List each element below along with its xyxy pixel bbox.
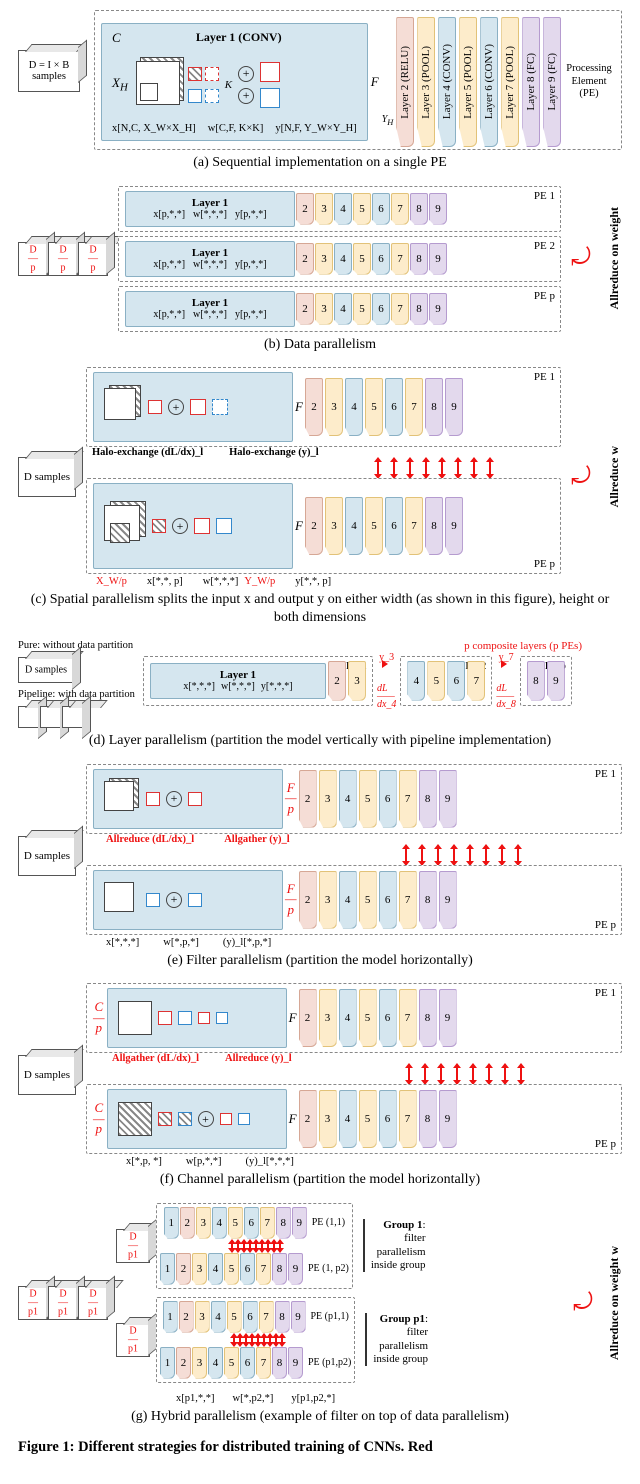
- pe-1: + F 2 3 4 5 6 7 8 9 PE 1: [86, 367, 561, 447]
- group-p1: 1 2 3 4 5 6 7 8 9 PE (p1,1): [156, 1297, 355, 1383]
- group-p1-label: Group p1:filterparallelisminside group: [365, 1313, 428, 1366]
- xwp-label: X_W/p: [96, 576, 127, 587]
- figure-1: D = I × B samples C Layer 1 (CONV) XH: [0, 0, 640, 1466]
- panel-d: Pure: without data partition D samples P…: [18, 640, 622, 750]
- panel-c: D samples + F 2 3 4 5 6: [18, 367, 622, 626]
- figure-caption: Figure 1: Different strategies for distr…: [18, 1439, 622, 1456]
- e-connectors: [86, 845, 622, 865]
- dim-K: K: [225, 79, 232, 91]
- pe-2: Layer 1 x[p,*,*] w[*,*,*] y[p,*,*] 2 3 4…: [118, 236, 561, 282]
- caption-c: (c) Spatial parallelism splits the input…: [18, 591, 622, 626]
- input-stack: [134, 61, 182, 109]
- dim-YH: YH: [382, 114, 394, 127]
- samples-box: D samples: [18, 1055, 76, 1095]
- caption-f: (f) Channel parallelism (partition the m…: [18, 1171, 622, 1189]
- layer-5: Layer 5 (POOL): [459, 17, 477, 147]
- pe-p: + F — p 2 3 4 5 6 7 8 9 PE p: [86, 865, 622, 935]
- layer-9: Layer 9 (FC): [543, 17, 561, 147]
- dim-XH: XH: [112, 75, 128, 94]
- side-label-g: Allreduce on weight w: [607, 1246, 622, 1360]
- layer-8: Layer 8 (FC): [522, 17, 540, 147]
- halo-1: Halo-exchange (dL/dx)_l: [92, 447, 203, 458]
- layer-6: Layer 6 (CONV): [480, 17, 498, 147]
- panel-b: D — p D — p D — p Layer 1 x[p,*,*] w[*,*…: [18, 186, 622, 354]
- dim-F: F: [371, 74, 379, 90]
- side-label-c: Allreduce w: [607, 446, 622, 507]
- add-op-2: +: [238, 88, 254, 104]
- dim-C: C: [112, 30, 121, 46]
- pe-1: + F — p 2 3 4 5 6 7 8 9 PE 1: [86, 764, 622, 834]
- pe-p: C — p + F 2 3 4 5 6 7 8 9 PE p: [86, 1084, 622, 1154]
- samples-label: D = I × B samples: [19, 60, 79, 82]
- allreduce-arc-icon: ⤾: [573, 1290, 593, 1317]
- layer1-block: C Layer 1 (CONV) XH: [101, 23, 368, 141]
- layer-7: Layer 7 (POOL): [501, 17, 519, 147]
- add-op-1: +: [238, 66, 254, 82]
- side-label-b: Allreduce on weight: [607, 207, 622, 309]
- panel-e: D samples + F — p 2 3 4 5 6 7: [18, 764, 622, 970]
- allreduce-arc-icon: ⤾: [571, 245, 591, 272]
- pe-1: C — p F 2 3 4 5 6 7 8 9 PE 1: [86, 983, 622, 1053]
- halo-connectors: [86, 458, 561, 478]
- pe-1: Layer 1 x[p,*,*] w[*,*,*] y[p,*,*] 2 3 4…: [118, 186, 561, 232]
- pe-1-block: PE 1 Layer 1 x[*,*,*] w[*,*,*] y[*,*,*] …: [143, 656, 373, 706]
- pe-p: + F 2 3 4 5 6 7 8 9 PE p: [86, 478, 561, 574]
- pe-box: C Layer 1 (CONV) XH: [94, 10, 622, 150]
- layer-4: Layer 4 (CONV): [438, 17, 456, 147]
- chunks-g: D — p1 D — p1 D — p1: [18, 1286, 108, 1320]
- layer-3: Layer 3 (POOL): [417, 17, 435, 147]
- chunks: D — p D — p D — p: [18, 242, 108, 276]
- panel-g: D — p1 D — p1 D — p1 D — p1 1 2 3 4 5 6 …: [18, 1203, 622, 1426]
- y-sig: y[N,F, Y_W×Y_H]: [275, 123, 356, 134]
- layer-2: Layer 2 (RELU): [396, 17, 414, 147]
- caption-d: (d) Layer parallelism (partition the mod…: [18, 732, 622, 750]
- caption-a: (a) Sequential implementation on a singl…: [18, 154, 622, 172]
- samples-box: D samples: [18, 457, 76, 497]
- w-sig: w[C,F, K×K]: [208, 123, 264, 134]
- composite-label: p composite layers (p PEs): [143, 640, 622, 652]
- pe-2-block: PE 2 4 5 6 7: [400, 656, 492, 706]
- group-1: 1 2 3 4 5 6 7 8 9 PE (1,1): [156, 1203, 353, 1289]
- pe-p-block: PE p 8 9: [520, 656, 572, 706]
- panel-f: D samples C — p F 2 3 4 5 6 7 8 9: [18, 983, 622, 1189]
- pe-p: Layer 1 x[p,*,*] w[*,*,*] y[p,*,*] 2 3 4…: [118, 286, 561, 332]
- halo-2: Halo-exchange (y)_l: [229, 447, 319, 458]
- allreduce-arc-icon: ⤾: [571, 464, 591, 491]
- samples-box: D samples: [18, 836, 76, 876]
- caption-b: (b) Data parallelism: [18, 336, 622, 354]
- group-1-label: Group 1:filterparallelisminside group: [363, 1219, 426, 1272]
- f-connectors: [86, 1064, 622, 1084]
- ywp-label: Y_W/p: [244, 576, 275, 587]
- caption-e: (e) Filter parallelism (partition the mo…: [18, 952, 622, 970]
- samples-box: D = I × B samples: [18, 50, 80, 92]
- pe-top-label: Processing Element (PE): [566, 63, 612, 101]
- layer1-title: Layer 1 (CONV): [196, 30, 282, 46]
- caption-g: (g) Hybrid parallelism (example of filte…: [18, 1408, 622, 1426]
- panel-a: D = I × B samples C Layer 1 (CONV) XH: [18, 10, 622, 172]
- x-sig: x[N,C, X_W×X_H]: [112, 123, 196, 134]
